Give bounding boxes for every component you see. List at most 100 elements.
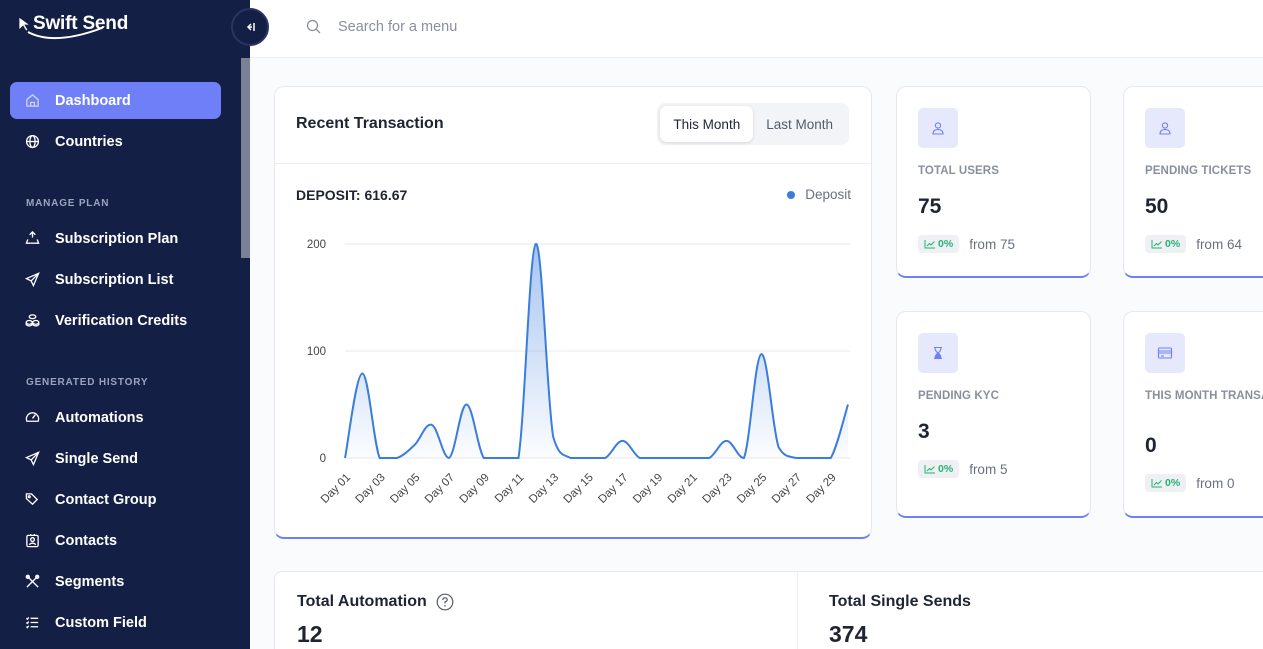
x-tick-label: Day 25 [735, 472, 769, 506]
card-title: Recent Transaction [296, 115, 444, 132]
sidebar-item-segments[interactable]: Segments [10, 563, 221, 600]
sidebar-item-contacts[interactable]: Contacts [10, 522, 221, 559]
hourglass-icon [918, 333, 958, 373]
stat-from: from 64 [1196, 236, 1242, 252]
stat-label: PENDING KYC [918, 390, 999, 402]
legend-dot [787, 190, 796, 199]
sidebar-item-label: Dashboard [55, 92, 131, 109]
deposit-total: DEPOSIT: 616.67 [296, 187, 408, 203]
sidebar-item-countries[interactable]: Countries [10, 123, 221, 160]
sidebar-item-label: Countries [55, 133, 123, 150]
trend-up-icon [1151, 240, 1162, 249]
y-tick-label: 200 [307, 239, 326, 251]
stat-footer: 0% from 75 [918, 235, 1015, 253]
trend-up-icon [924, 240, 935, 249]
sidebar-item-dashboard[interactable]: Dashboard [10, 82, 221, 119]
sidebar-item-single-send[interactable]: Single Send [10, 440, 221, 477]
recycle-icon [24, 231, 40, 247]
y-tick-label: 0 [320, 453, 326, 465]
stat-card-this-month-transactions: THIS MONTH TRANSACTIONS 0 0% from 0 [1123, 311, 1263, 518]
sidebar-item-subscription-plan[interactable]: Subscription Plan [10, 220, 221, 257]
x-tick-label: Day 21 [666, 472, 700, 506]
tab-last-month[interactable]: Last Month [753, 106, 846, 142]
x-tick-label: Day 23 [700, 472, 734, 506]
tools-icon [24, 574, 40, 590]
trend-up-icon [1151, 479, 1162, 488]
sidebar-item-custom-field[interactable]: Custom Field [10, 604, 221, 641]
sidebar-item-label: Subscription Plan [55, 230, 179, 247]
search-icon[interactable] [306, 19, 322, 35]
stat-from: from 0 [1196, 475, 1235, 491]
trend-up-icon [924, 465, 935, 474]
section-title-generated-history: GENERATED HISTORY [26, 377, 149, 388]
coins-icon [24, 313, 40, 329]
total-automation-title: Total Automation [297, 593, 454, 611]
globe-icon [24, 134, 40, 150]
stat-card-pending-tickets: PENDING TICKETS 50 0% from 64 [1123, 86, 1263, 278]
sidebar: Swift Send Dashboard Countries MANAGE PL… [0, 0, 250, 649]
x-tick-label: Day 05 [388, 472, 422, 506]
x-tick-label: Day 29 [805, 472, 839, 506]
topbar [250, 0, 1263, 58]
send-icon [24, 451, 40, 467]
stat-value: 50 [1145, 195, 1169, 218]
chart-legend[interactable]: Deposit [787, 187, 851, 202]
x-tick-label: Day 13 [527, 472, 561, 506]
help-icon[interactable] [436, 593, 454, 611]
section-title-manage-plan: MANAGE PLAN [26, 198, 110, 209]
period-tabs: This Month Last Month [657, 103, 849, 145]
home-icon [24, 93, 40, 109]
sidebar-scrollbar[interactable] [241, 58, 250, 258]
sidebar-item-label: Segments [55, 573, 125, 590]
stat-value: 0 [1145, 434, 1157, 457]
sidebar-item-contact-group[interactable]: Contact Group [10, 481, 221, 518]
sidebar-item-label: Contacts [55, 532, 118, 549]
x-tick-label: Day 19 [631, 472, 665, 506]
sidebar-item-label: Automations [55, 409, 144, 426]
sidebar-item-label: Single Send [55, 450, 138, 467]
divider [275, 163, 871, 164]
y-tick-label: 100 [307, 346, 326, 358]
gauge-icon [24, 410, 40, 426]
total-automation-label: Total Automation [297, 593, 427, 610]
send-icon [24, 272, 40, 288]
tab-this-month[interactable]: This Month [660, 106, 754, 142]
main-content: Recent Transaction This Month Last Month… [250, 58, 1263, 649]
tags-icon [24, 492, 40, 508]
user-icon [1145, 108, 1185, 148]
arrow-left-bar-icon [246, 23, 255, 31]
sidebar-collapse-button[interactable] [231, 8, 269, 46]
search-input[interactable] [338, 16, 638, 38]
stat-value: 75 [918, 195, 942, 218]
x-tick-label: Day 01 [319, 472, 353, 506]
x-tick-label: Day 17 [596, 472, 630, 506]
stat-from: from 5 [969, 461, 1008, 477]
stat-label: TOTAL USERS [918, 165, 999, 177]
sidebar-item-label: Subscription List [55, 271, 174, 288]
sidebar-item-label: Contact Group [55, 491, 157, 508]
divider [797, 572, 798, 649]
sidebar-item-label: Verification Credits [55, 312, 188, 329]
list-icon [24, 615, 40, 631]
contact-card-icon [24, 533, 40, 549]
stat-from: from 75 [969, 236, 1015, 252]
change-badge: 0% [1145, 474, 1187, 492]
stat-label: PENDING TICKETS [1145, 165, 1252, 177]
sidebar-item-verification-credits[interactable]: Verification Credits [10, 302, 221, 339]
legend-label: Deposit [805, 187, 851, 202]
x-tick-label: Day 07 [423, 472, 457, 506]
sidebar-item-label: Custom Field [55, 614, 147, 631]
credit-card-icon [1145, 333, 1185, 373]
sidebar-item-automations[interactable]: Automations [10, 399, 221, 436]
total-single-sends-title: Total Single Sends [829, 593, 971, 610]
sidebar-item-subscription-list[interactable]: Subscription List [10, 261, 221, 298]
stat-footer: 0% from 64 [1145, 235, 1242, 253]
stat-label: THIS MONTH TRANSACTIONS [1145, 390, 1263, 402]
x-tick-label: Day 11 [493, 472, 527, 506]
x-tick-label: Day 09 [458, 472, 492, 506]
x-tick-label: Day 27 [770, 472, 804, 506]
stat-card-pending-kyc: PENDING KYC 3 0% from 5 [896, 311, 1091, 518]
stat-footer: 0% from 5 [918, 460, 1007, 478]
summary-card: Total Automation 12 Total Single Sends 3… [274, 571, 1263, 649]
x-tick-label: Day 15 [562, 472, 596, 506]
